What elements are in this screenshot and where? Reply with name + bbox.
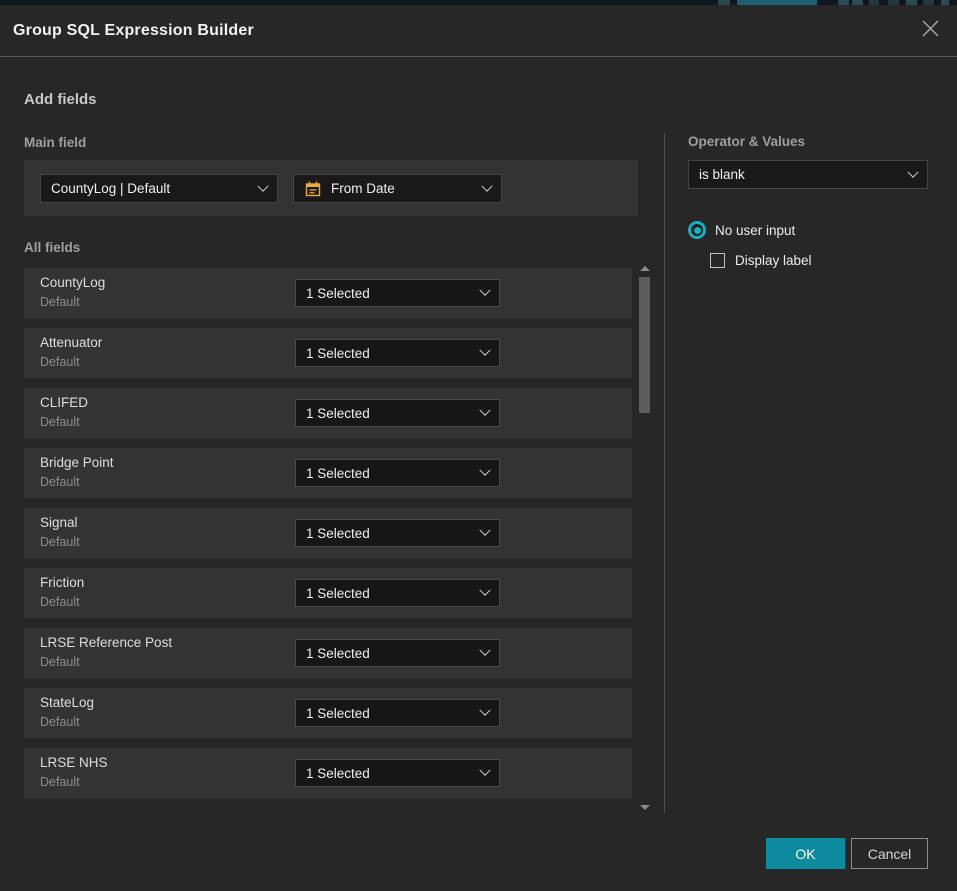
no-user-input-label: No user input <box>715 223 795 238</box>
field-selection-value: 1 Selected <box>306 406 473 421</box>
close-icon <box>922 20 939 40</box>
dialog-titlebar: Group SQL Expression Builder <box>0 5 957 56</box>
main-field-select[interactable]: From Date <box>293 174 502 203</box>
field-name: Bridge Point <box>40 455 114 470</box>
field-selection-dropdown[interactable]: 1 Selected <box>295 699 500 727</box>
chevron-down-icon <box>479 585 490 596</box>
main-field-label: Main field <box>24 135 86 150</box>
layer-select-value: CountyLog | Default <box>51 181 251 196</box>
field-row: LRSE NHS Default 1 Selected <box>24 748 632 798</box>
scrollbar-thumb[interactable] <box>639 277 650 413</box>
field-selection-dropdown[interactable]: 1 Selected <box>295 639 500 667</box>
display-label-checkbox[interactable]: Display label <box>710 253 812 268</box>
screen: Group SQL Expression Builder Add fields … <box>0 0 957 891</box>
display-label-text: Display label <box>735 253 812 268</box>
field-sublabel: Default <box>40 295 80 309</box>
field-selection-value: 1 Selected <box>306 526 473 541</box>
scroll-down-arrow-icon[interactable] <box>640 805 650 810</box>
chevron-down-icon <box>479 345 490 356</box>
field-selection-value: 1 Selected <box>306 466 473 481</box>
field-name: Friction <box>40 575 84 590</box>
chevron-down-icon <box>479 285 490 296</box>
scroll-up-arrow-icon[interactable] <box>640 266 650 271</box>
no-user-input-radio[interactable]: No user input <box>688 221 795 239</box>
dialog-title: Group SQL Expression Builder <box>13 22 254 40</box>
field-sublabel: Default <box>40 715 80 729</box>
field-name: CLIFED <box>40 395 88 410</box>
field-name: CountyLog <box>40 275 105 290</box>
field-row: Bridge Point Default 1 Selected <box>24 448 632 498</box>
panel-divider <box>664 133 665 813</box>
cancel-button[interactable]: Cancel <box>851 838 928 869</box>
main-field-select-value: From Date <box>331 181 475 196</box>
chevron-down-icon <box>479 405 490 416</box>
field-selection-value: 1 Selected <box>306 766 473 781</box>
field-sublabel: Default <box>40 775 80 789</box>
field-selection-value: 1 Selected <box>306 346 473 361</box>
chevron-down-icon <box>481 180 492 191</box>
chevron-down-icon <box>479 465 490 476</box>
field-selection-dropdown[interactable]: 1 Selected <box>295 279 500 307</box>
all-fields-label: All fields <box>24 240 80 255</box>
field-row: StateLog Default 1 Selected <box>24 688 632 738</box>
field-sublabel: Default <box>40 475 80 489</box>
field-selection-value: 1 Selected <box>306 286 473 301</box>
list-scrollbar[interactable] <box>636 263 654 813</box>
chevron-down-icon <box>479 705 490 716</box>
radio-selected-icon <box>688 221 706 239</box>
operator-values-label: Operator & Values <box>688 134 805 149</box>
all-fields-list: CountyLog Default 1 Selected Attenuator … <box>24 263 632 808</box>
chevron-down-icon <box>257 180 268 191</box>
field-sublabel: Default <box>40 415 80 429</box>
field-row: CountyLog Default 1 Selected <box>24 268 632 318</box>
operator-select[interactable]: is blank <box>688 160 928 189</box>
field-sublabel: Default <box>40 655 80 669</box>
field-name: Attenuator <box>40 335 102 350</box>
main-field-container: CountyLog | Default From Date <box>24 160 638 216</box>
field-name: Signal <box>40 515 78 530</box>
checkbox-unchecked-icon <box>710 253 725 268</box>
field-selection-value: 1 Selected <box>306 586 473 601</box>
layer-select[interactable]: CountyLog | Default <box>40 174 278 203</box>
field-selection-dropdown[interactable]: 1 Selected <box>295 579 500 607</box>
chevron-down-icon <box>907 166 918 177</box>
field-row: Attenuator Default 1 Selected <box>24 328 632 378</box>
field-selection-dropdown[interactable]: 1 Selected <box>295 759 500 787</box>
field-row: Signal Default 1 Selected <box>24 508 632 558</box>
chevron-down-icon <box>479 765 490 776</box>
chevron-down-icon <box>479 525 490 536</box>
operator-select-value: is blank <box>699 167 901 182</box>
field-selection-value: 1 Selected <box>306 706 473 721</box>
field-row: CLIFED Default 1 Selected <box>24 388 632 438</box>
field-selection-dropdown[interactable]: 1 Selected <box>295 519 500 547</box>
field-sublabel: Default <box>40 595 80 609</box>
field-selection-dropdown[interactable]: 1 Selected <box>295 459 500 487</box>
group-sql-expression-builder-dialog: Group SQL Expression Builder Add fields … <box>0 5 957 891</box>
field-sublabel: Default <box>40 535 80 549</box>
field-name: LRSE NHS <box>40 755 108 770</box>
close-button[interactable] <box>917 17 943 43</box>
field-row: Friction Default 1 Selected <box>24 568 632 618</box>
field-selection-dropdown[interactable]: 1 Selected <box>295 339 500 367</box>
field-selection-value: 1 Selected <box>306 646 473 661</box>
ok-button[interactable]: OK <box>766 838 845 869</box>
add-fields-heading: Add fields <box>24 91 97 108</box>
field-name: LRSE Reference Post <box>40 635 172 650</box>
field-name: StateLog <box>40 695 94 710</box>
titlebar-divider <box>0 56 957 57</box>
field-row: LRSE Reference Post Default 1 Selected <box>24 628 632 678</box>
field-sublabel: Default <box>40 355 80 369</box>
field-selection-dropdown[interactable]: 1 Selected <box>295 399 500 427</box>
chevron-down-icon <box>479 645 490 656</box>
calendar-icon <box>304 180 322 198</box>
